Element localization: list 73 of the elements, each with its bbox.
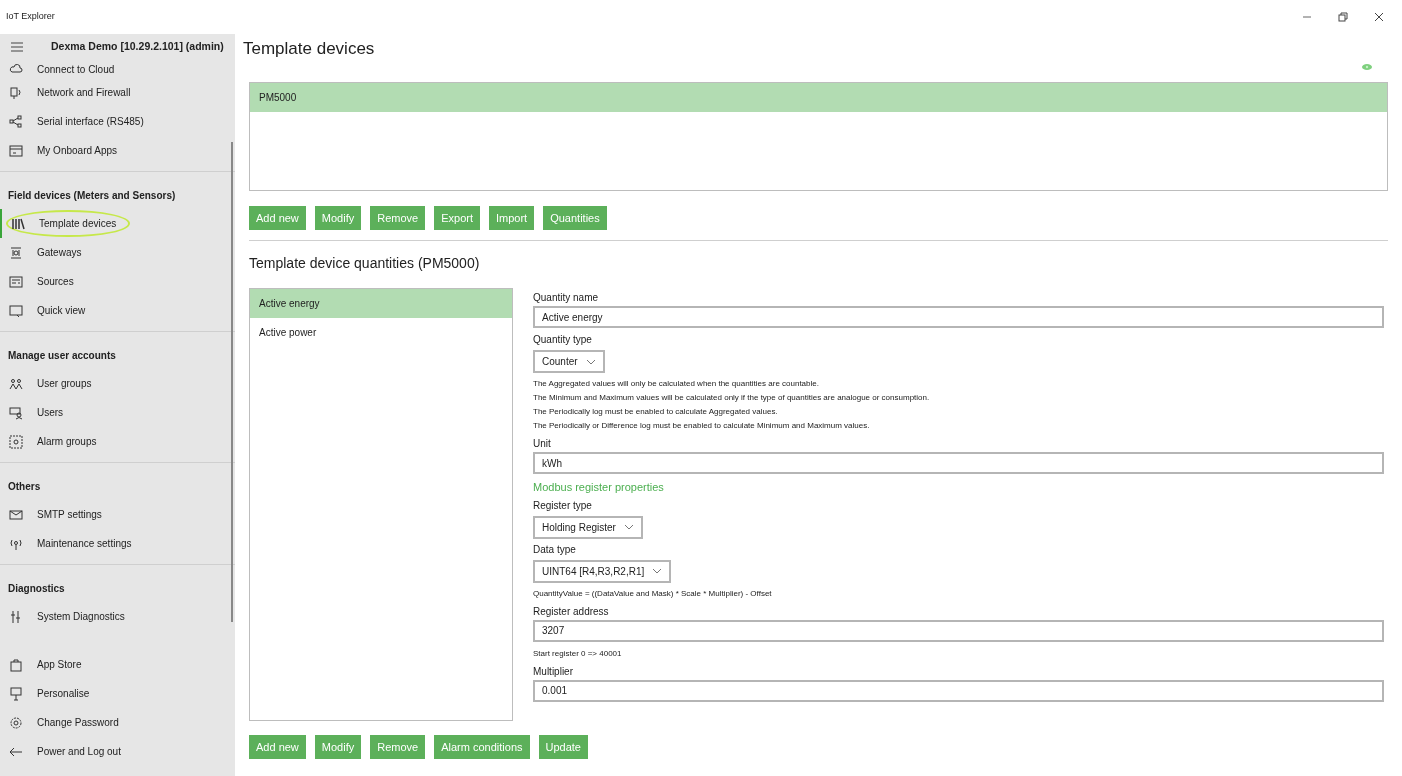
nav-item[interactable]: Alarm groups (2, 434, 97, 449)
nav-item[interactable]: My Onboard Apps (2, 143, 118, 158)
section-heading: Field devices (Meters and Sensors) (7, 189, 177, 203)
input-field[interactable]: 0.001 (533, 679, 1384, 702)
help-text: Start register 0 => 40001 (533, 647, 623, 660)
section-heading: Others (7, 480, 42, 494)
input-field[interactable]: kWh (533, 452, 1384, 474)
page-title: Template devices (243, 38, 375, 60)
field-label: Quantity type (533, 333, 593, 346)
field-label: Unit (533, 437, 552, 450)
alarm-icon (9, 434, 23, 449)
field-label: Register type (533, 498, 593, 512)
eye-icon[interactable] (1362, 64, 1372, 70)
nav-item[interactable]: Power and Log out (0, 737, 235, 766)
section-heading: Manage user accounts (7, 349, 117, 363)
dropdown[interactable]: Holding Register (533, 515, 643, 539)
nav-item[interactable]: Connect to Cloud (2, 61, 115, 77)
help-text: The Aggregated values will only be calculated when the quantities are countable. (533, 378, 820, 390)
dropdown[interactable]: UINT64 [R4,R3,R2,R1] (533, 559, 672, 583)
window-title: IoT Explorer (6, 10, 55, 24)
books-icon (11, 216, 25, 231)
close-icon[interactable] (1374, 12, 1384, 22)
menu-icon[interactable] (11, 42, 23, 52)
restore-icon[interactable] (1338, 12, 1348, 22)
help-text: QuantityValue = ((DataValue and Mask) * Scale * Multiplier) - Offset (533, 587, 773, 600)
nav-item[interactable]: Gateways (2, 245, 82, 260)
field-label: Multiplier (533, 664, 574, 678)
monitor-icon (9, 85, 23, 100)
drawer-icon (9, 143, 23, 158)
help-text: The Minimum and Maximum values will be calculated only if the type of quantities are analogue or consumption. (533, 392, 931, 404)
chevron-down-icon (652, 568, 663, 574)
chevron-down-icon (623, 524, 634, 530)
nav-item[interactable]: Quick view (2, 303, 86, 318)
nav-item[interactable]: App Store (0, 650, 235, 679)
help-text: The Periodically log must be enabled to calculate Aggregated values. (533, 406, 779, 418)
nav-item[interactable]: Template devices (6, 210, 131, 237)
cloud-icon (9, 62, 23, 76)
nav-item[interactable]: User groups (2, 376, 92, 391)
field-label: Quantity name (533, 291, 600, 304)
user-icon (9, 405, 23, 420)
nav-item[interactable]: Maintenance settings (2, 536, 132, 551)
tools-icon (9, 609, 23, 624)
account-title: Dexma Demo [10.29.2.101] (admin) (51, 39, 224, 55)
field-label: Data type (533, 542, 577, 556)
nav-item[interactable]: Network and Firewall (2, 85, 131, 100)
nav-item[interactable]: Change Password (0, 708, 235, 737)
nav-item[interactable]: Personalise (0, 679, 235, 708)
field-label: Register address (533, 604, 610, 618)
nav-item[interactable]: Serial interface (RS485) (2, 114, 144, 129)
people-icon (9, 376, 23, 391)
panel-icon (9, 274, 23, 289)
easel-icon (9, 686, 23, 701)
mail-icon (9, 507, 23, 522)
dropdown[interactable]: Counter (533, 350, 605, 373)
section-heading: Diagnostics (7, 582, 66, 596)
settings-icon (9, 715, 23, 730)
list-item[interactable]: Active energy (250, 289, 512, 318)
input-field[interactable]: 3207 (533, 619, 1384, 642)
gateway-icon (9, 245, 23, 260)
nav-item[interactable]: Users (2, 405, 64, 420)
nav-item[interactable]: System Diagnostics (2, 609, 125, 624)
list-item[interactable]: PM5000 (250, 83, 1387, 112)
help-text: The Periodically or Difference log must be enabled to calculate Minimum and Maximum values. (533, 420, 871, 432)
input-field[interactable]: Active energy (533, 306, 1384, 328)
bag-icon (9, 657, 23, 672)
nav-item[interactable]: SMTP settings (2, 507, 102, 522)
chevron-down-icon (585, 358, 596, 365)
share-icon (9, 114, 23, 129)
list-item[interactable]: Active power (250, 318, 512, 347)
screen-icon (9, 303, 23, 318)
section-title: Template device quantities (PM5000) (249, 254, 481, 273)
group-heading: Modbus register properties (533, 480, 665, 495)
nav-item[interactable]: Sources (2, 274, 74, 289)
